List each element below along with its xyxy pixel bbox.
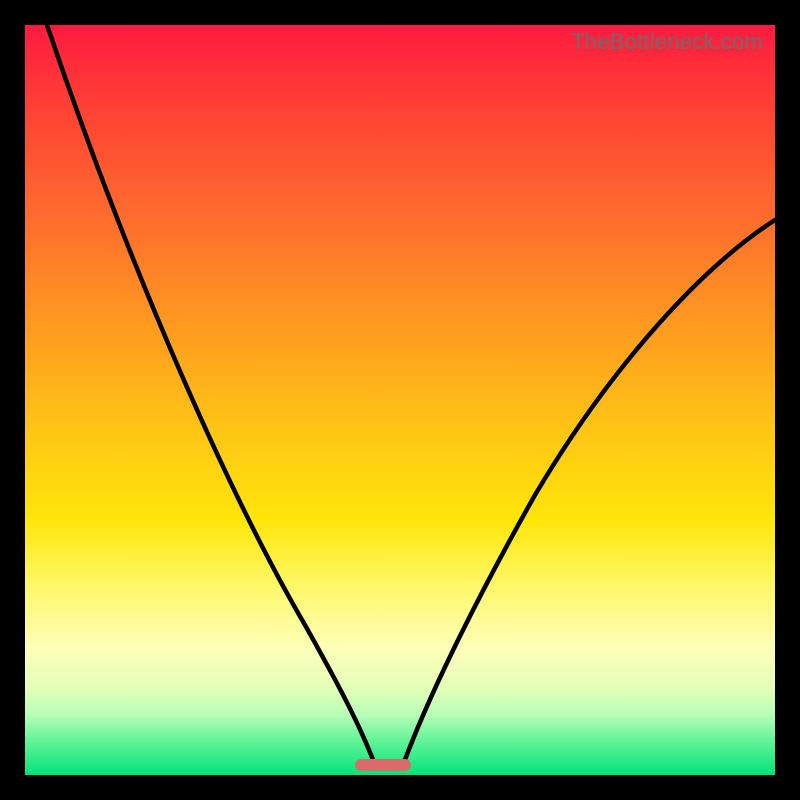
bottleneck-curves	[25, 25, 775, 775]
chart-frame: TheBottleneck.com	[25, 25, 775, 775]
right-curve	[403, 220, 775, 765]
optimal-range-marker	[355, 759, 411, 771]
left-curve	[47, 25, 375, 765]
